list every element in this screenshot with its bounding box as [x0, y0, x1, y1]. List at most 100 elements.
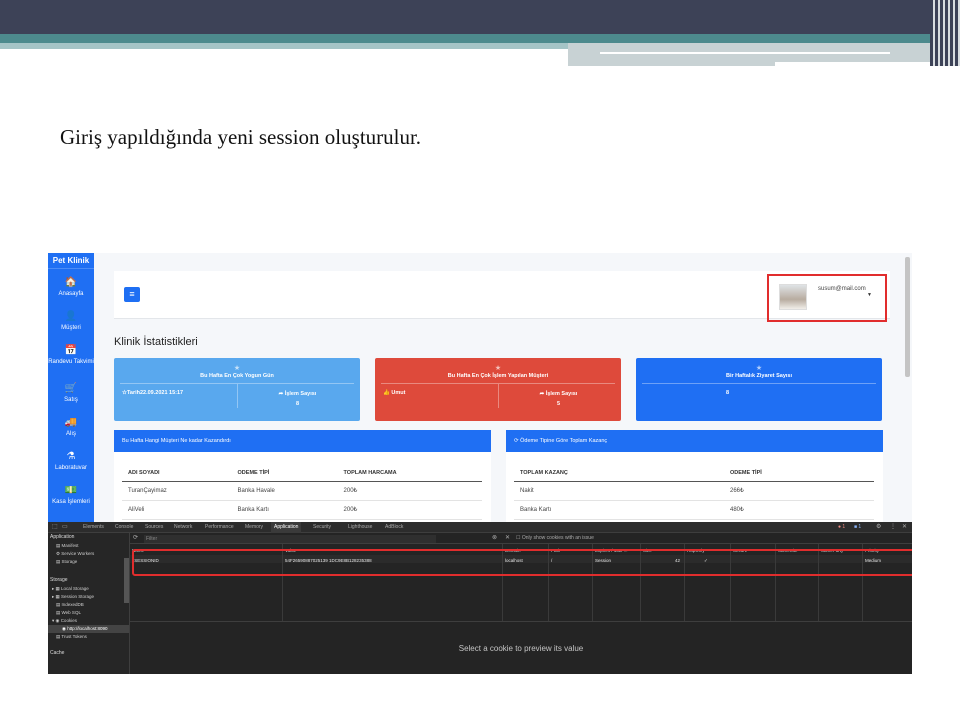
sidebar-item-kasa[interactable]: 💵 Kasa İşlemleri: [48, 480, 94, 514]
sidebar-item-laboratuvar[interactable]: ⚗ Laboratuvar: [48, 446, 94, 480]
stat-card-top-customer: ★ Bu Hafta En Çok İşlem Yapılan Müşteri …: [375, 358, 621, 421]
star-icon: ★: [233, 365, 241, 372]
sidebar-item-satis[interactable]: 🛒 Satış: [48, 378, 94, 412]
refresh-icon[interactable]: ⟳: [133, 534, 138, 543]
sidebar-item-indexeddb[interactable]: ▤ IndexedDB: [48, 601, 129, 609]
slide-header-band: [0, 0, 930, 34]
slide: Giriş yapıldığında yeni session oluşturu…: [0, 0, 960, 720]
expand-arrow-icon: ▸ ▦: [52, 594, 62, 599]
only-issues-checkbox[interactable]: ☐ Only show cookies with an issue: [516, 534, 594, 543]
sidebar-section-storage: Storage: [50, 577, 68, 583]
truck-icon: 🚚: [64, 417, 78, 428]
stat-card-busiest-day: ★ Bu Hafta En Çok Yogun Gün ☆Tarih22.09.…: [114, 358, 360, 421]
error-count-badge[interactable]: ● 1: [838, 523, 845, 532]
table-cell: Nakit: [514, 481, 724, 501]
device-toggle-icon[interactable]: ▭: [62, 523, 68, 532]
slide-title: Giriş yapıldığında yeni session oluşturu…: [60, 125, 422, 149]
sidebar-scrollbar[interactable]: [124, 558, 129, 603]
sidebar-item-service-workers[interactable]: ⚙ Service Workers: [48, 550, 129, 558]
user-icon: 👤: [64, 311, 78, 322]
tab-elements[interactable]: Elements: [83, 522, 104, 533]
stat-card-customer: 👍 Umut: [383, 390, 406, 396]
column-header: ADI SOYADI: [122, 466, 232, 482]
sidebar-item-label: Randevu Takvimi: [48, 359, 94, 365]
slide-white-line: [600, 52, 890, 54]
stat-card-count-value: 5: [556, 401, 561, 407]
caret-down-icon[interactable]: ▼: [867, 292, 872, 298]
tab-memory[interactable]: Memory: [245, 522, 263, 533]
filter-input[interactable]: Filter: [144, 535, 436, 543]
slide-teal-band: [0, 34, 960, 43]
sidebar-item-local-storage[interactable]: ▸ ▦ Local Storage: [48, 585, 129, 593]
sidebar-item-web-sql[interactable]: ▤ Web SQL: [48, 609, 129, 617]
more-icon[interactable]: ⋮: [890, 523, 896, 532]
tab-application[interactable]: Application: [271, 522, 302, 533]
page-title: Klinik İstatistikleri: [114, 336, 198, 348]
column-header: TOPLAM HARCAMA: [337, 466, 482, 482]
table-row: AliVeli Banka Kartı 200₺: [122, 500, 482, 520]
avatar[interactable]: [779, 284, 807, 310]
sidebar-item-trust-tokens[interactable]: ▤ Trust Tokens: [48, 633, 129, 641]
table-cell: Banka Kartı: [231, 500, 338, 520]
payment-table: TOPLAM KAZANÇ ODEME TİPİ Nakit 266₺ Bank…: [514, 466, 874, 520]
sidebar-item-cookies[interactable]: ▾ ◉ Cookies: [48, 617, 129, 625]
tab-console[interactable]: Console: [115, 522, 133, 533]
star-icon: ★: [755, 365, 763, 372]
stat-card-count: ➦ İşlem Sayısı 8: [237, 384, 357, 408]
brand-logo[interactable]: Pet Klinik: [48, 253, 94, 269]
stat-card-title: Bu Hafta En Çok İşlem Yapılan Müşteri: [381, 373, 615, 384]
sidebar-item-label: Müşteri: [61, 325, 81, 331]
info-count-badge[interactable]: ■ 1: [854, 523, 861, 532]
sidebar-item-label: Kasa İşlemleri: [52, 499, 90, 505]
tab-network[interactable]: Network: [174, 522, 192, 533]
table-cell: Banka Kartı: [514, 500, 724, 520]
cookie-icon: ▾ ◉: [52, 618, 61, 623]
cookie-filter-bar: ⟳ Filter ⊗ ✕ ☐ Only show cookies with an…: [130, 533, 912, 544]
sidebar-item-cookie-origin[interactable]: ◉ http://localhost:8090: [48, 625, 129, 633]
delete-icon[interactable]: ✕: [505, 534, 510, 543]
main-content: ≡ susum@mail.com ▼ Klinik İstatistikleri…: [94, 253, 912, 522]
user-email[interactable]: susum@mail.com: [818, 286, 866, 292]
slide-stripes: [930, 0, 960, 66]
sidebar: Pet Klinik 🏠 Anasayfa 👤 Müşteri 📅 Randev…: [48, 253, 94, 522]
tab-sources[interactable]: Sources: [145, 522, 163, 533]
sidebar-item-alis[interactable]: 🚚 Alış: [48, 412, 94, 446]
sidebar-item-label: Anasayfa: [58, 291, 84, 297]
table-cell: 266₺: [724, 481, 874, 501]
tab-adblock[interactable]: AdBlock: [385, 522, 403, 533]
tab-security[interactable]: Security: [313, 522, 331, 533]
tab-lighthouse[interactable]: Lighthouse: [348, 522, 372, 533]
sidebar-item-session-storage[interactable]: ▸ ▦ Session Storage: [48, 593, 129, 601]
sidebar-item-label: Laboratuvar: [54, 465, 88, 471]
sidebar-item-manifest[interactable]: ▤ Manifest: [48, 542, 129, 550]
sidebar-item-label: Satış: [64, 397, 78, 403]
page-scrollbar[interactable]: [905, 257, 910, 377]
sidebar-item-label: Alış: [65, 431, 76, 437]
sidebar-item-storage[interactable]: ▤ Storage: [48, 558, 129, 566]
tab-performance[interactable]: Performance: [205, 522, 234, 533]
stat-card-title: Bu Hafta En Çok Yogun Gün: [120, 373, 354, 384]
stat-card-count: ➦ İşlem Sayısı 5: [498, 384, 618, 408]
sidebar-item-musteri[interactable]: 👤 Müşteri: [48, 306, 94, 340]
devtools-sidebar: Application ▤ Manifest ⚙ Service Workers…: [48, 533, 130, 674]
menu-toggle-button[interactable]: ≡: [124, 287, 140, 302]
expand-arrow-icon: ▸ ▦: [52, 586, 62, 591]
table-row: TuranÇayimaz Banka Havale 200₺: [122, 481, 482, 501]
gear-icon[interactable]: ⚙: [876, 523, 881, 532]
slide-white-line: [775, 62, 930, 66]
sidebar-item-randevu[interactable]: 📅 Randevu Takvimi: [48, 340, 94, 378]
column-header: ODEME TİPİ: [231, 466, 338, 482]
inspect-icon[interactable]: ⬚: [52, 523, 58, 532]
sidebar-item-anasayfa[interactable]: 🏠 Anasayfa: [48, 272, 94, 306]
close-icon[interactable]: ✕: [902, 523, 907, 532]
table-cell: TuranÇayimaz: [122, 481, 232, 501]
devtools-panel: ⬚ ▭ Elements Console Sources Network Per…: [48, 522, 912, 674]
clear-filter-icon[interactable]: ⊗: [492, 534, 497, 543]
devtools-tabbar: ⬚ ▭ Elements Console Sources Network Per…: [48, 522, 912, 533]
column-header: TOPLAM KAZANÇ: [514, 466, 724, 482]
table-cell: 200₺: [337, 481, 482, 501]
panel-customer-spending: Bu Hafta Hangi Müşteri Ne kadar Kazandır…: [114, 430, 491, 522]
calendar-icon: 📅: [64, 345, 78, 356]
sidebar-section-application: Application: [50, 534, 75, 540]
stat-card-count-value: 8: [295, 401, 300, 407]
